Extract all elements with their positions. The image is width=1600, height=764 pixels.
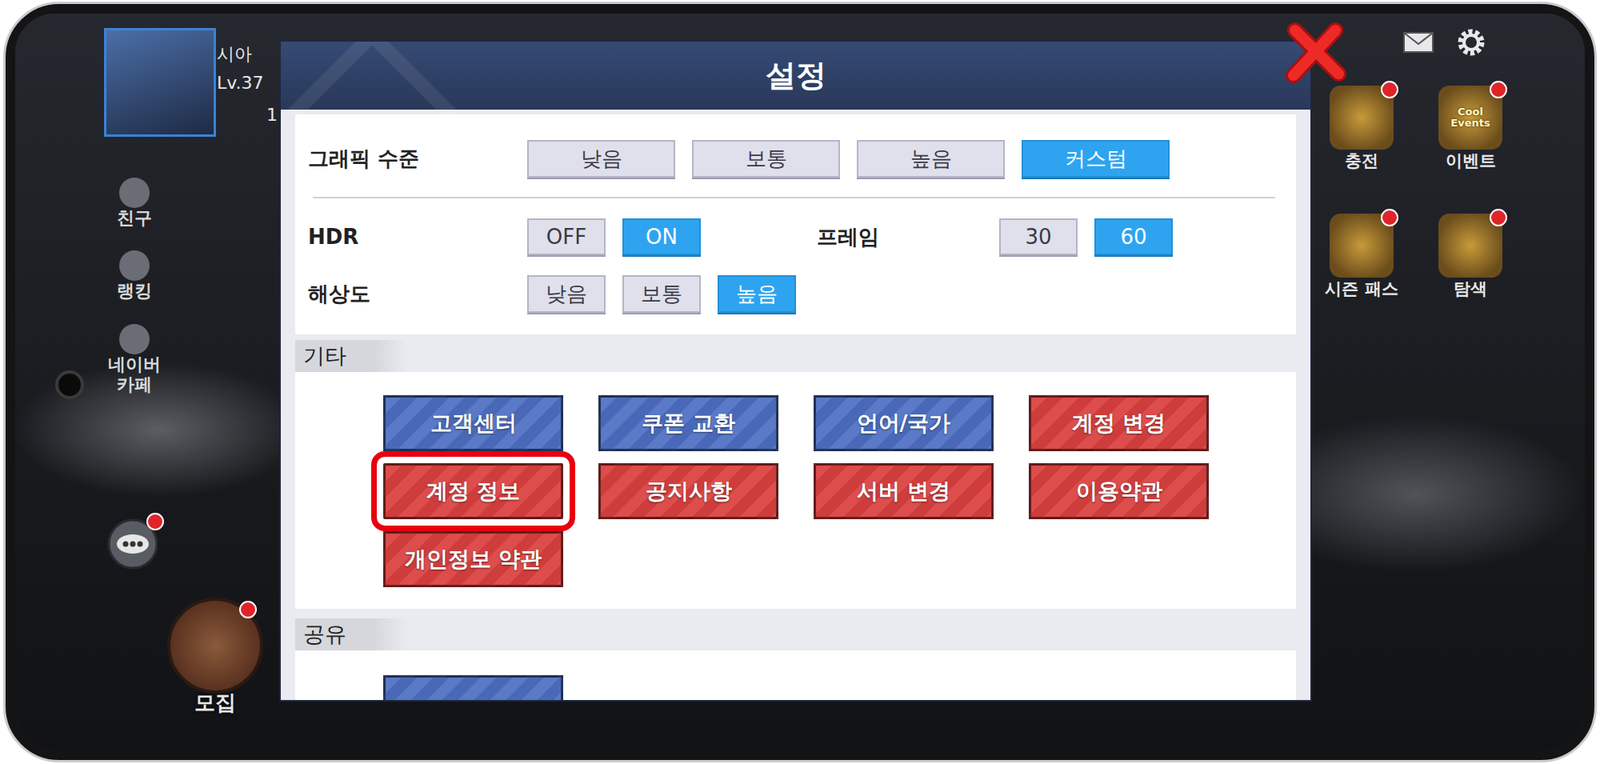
side-menu-item[interactable]: 네이버 카페 — [102, 324, 167, 396]
dialog-title: 설정 — [765, 55, 827, 96]
graphics-panel: 그래픽 수준 낮음보통높음커스텀 HDR OFFON 프레임 3060 해상도 … — [295, 114, 1296, 335]
recruit-label: 모집 — [194, 688, 236, 717]
side-menu-label: 네이버 카페 — [102, 354, 167, 396]
row-label: HDR — [308, 224, 528, 249]
right-menu-label: 시즌 패스 — [1324, 277, 1398, 300]
menu-icon — [119, 250, 150, 281]
page: 시아 Lv.37 1 친구 랭킹 네이버 카페 모집 충전 Cool Events… — [0, 0, 1600, 764]
hdr-row: HDR OFF ON 프레임 30 60 — [308, 218, 1284, 256]
option-button[interactable]: 높음 — [856, 140, 1005, 178]
side-menu-label: 랭킹 — [116, 280, 152, 301]
menu-icon — [1438, 213, 1503, 278]
notification-badge — [146, 512, 164, 531]
option-button[interactable]: 보통 — [692, 140, 840, 178]
option-group: 낮음 보통 높음 커스텀 — [527, 140, 1170, 178]
dialog-title-bar: 설정 — [280, 41, 1311, 110]
recruit-button[interactable]: 모집 — [167, 597, 264, 717]
divider — [312, 196, 1276, 199]
row-label: 해상도 — [308, 280, 528, 308]
option-button[interactable]: ON — [622, 218, 701, 256]
player-stat: 1 — [266, 104, 278, 125]
mail-icon[interactable] — [1400, 24, 1436, 60]
side-menu-item[interactable]: 랭킹 — [116, 250, 152, 301]
menu-icon — [119, 177, 150, 208]
menu-button[interactable]: 언어/국가 — [813, 395, 994, 452]
option-group: 낮음 보통 높음 — [527, 275, 796, 313]
right-menu-item[interactable]: Cool Events 이벤트 — [1416, 85, 1525, 172]
right-menu-label: 이벤트 — [1445, 149, 1496, 172]
notification-badge — [1489, 80, 1508, 99]
menu-button[interactable]: 개인정보 약관 — [383, 531, 564, 588]
player-level: Lv.37 — [216, 72, 264, 93]
menu-button[interactable]: 이용약관 — [1028, 463, 1209, 520]
settings-dialog: 설정 그래픽 수준 낮음보통높음커스텀 HDR OFFON 프레임 3060 해… — [279, 40, 1312, 702]
option-group: 30 60 — [999, 218, 1173, 256]
button-grid: 고객센터 쿠폰 교환 언어/국가 계정 변경계정 정보 공지사항 서버 변경 이용약관개인정… — [383, 395, 1296, 588]
option-button[interactable]: 보통 — [622, 275, 701, 313]
menu-icon — [119, 324, 150, 355]
option-button[interactable]: 낮음 — [527, 140, 676, 178]
icon-text: Cool Events — [1446, 106, 1495, 128]
player-avatar[interactable] — [104, 28, 216, 137]
menu-button[interactable]: 계정 변경 — [1028, 395, 1209, 452]
chat-button[interactable] — [104, 516, 161, 572]
game-screen: 시아 Lv.37 1 친구 랭킹 네이버 카페 모집 충전 Cool Events… — [15, 13, 1585, 751]
misc-panel: 고객센터 쿠폰 교환 언어/국가 계정 변경계정 정보 공지사항 서버 변경 이용약관개인정… — [295, 372, 1296, 609]
right-menu-item[interactable]: 충전 — [1307, 85, 1416, 172]
option-button[interactable]: 낮음 — [527, 275, 606, 313]
menu-button[interactable]: 공지사항 — [598, 463, 779, 520]
option-button[interactable]: 커스텀 — [1021, 140, 1170, 178]
notification-badge — [239, 600, 257, 619]
notification-badge — [1380, 80, 1399, 99]
option-button[interactable]: OFF — [527, 218, 606, 256]
side-menu-item[interactable]: 친구 — [116, 177, 152, 228]
right-menu-item[interactable]: 시즌 패스 — [1307, 213, 1416, 300]
right-menu-item[interactable]: 탐색 — [1416, 213, 1525, 300]
gear-icon[interactable] — [1453, 24, 1489, 60]
camera-icon — [55, 370, 84, 400]
menu-icon: Cool Events — [1438, 85, 1503, 150]
section-header: 기타 — [295, 340, 408, 372]
option-button[interactable]: 60 — [1094, 218, 1173, 256]
phone-frame: 시아 Lv.37 1 친구 랭킹 네이버 카페 모집 충전 Cool Events… — [3, 1, 1597, 763]
menu-button[interactable]: 쿠폰 교환 — [598, 395, 779, 452]
section-header: 공유 — [295, 618, 408, 651]
share-button[interactable] — [383, 675, 564, 700]
option-button[interactable]: 30 — [999, 218, 1078, 256]
menu-button[interactable]: 계정 정보 — [383, 463, 564, 520]
notification-badge — [1489, 208, 1508, 227]
button-grid — [383, 675, 1296, 700]
player-name: 시아 — [216, 42, 252, 67]
menu-button[interactable]: 고객센터 — [383, 395, 564, 452]
dialog-body: 그래픽 수준 낮음보통높음커스텀 HDR OFFON 프레임 3060 해상도 … — [280, 109, 1311, 700]
resolution-row: 해상도 낮음 보통 높음 — [308, 275, 1284, 313]
option-group: OFF ON — [527, 218, 701, 256]
graphics-row: 그래픽 수준 낮음보통높음커스텀 — [308, 140, 1284, 178]
notification-badge — [1380, 208, 1399, 227]
menu-button[interactable]: 서버 변경 — [813, 463, 994, 520]
row-label: 프레임 — [816, 223, 1000, 252]
right-menu-label: 탐색 — [1453, 277, 1488, 300]
side-menu: 친구 랭킹 네이버 카페 — [98, 177, 171, 395]
side-menu-label: 친구 — [116, 208, 152, 228]
share-panel — [295, 650, 1296, 700]
right-menu: 충전 Cool Events 이벤트 시즌 패스 탐색 — [1307, 85, 1525, 300]
top-icons — [1400, 24, 1489, 60]
menu-icon — [1329, 213, 1394, 278]
close-icon[interactable] — [1284, 22, 1347, 85]
option-button[interactable]: 높음 — [717, 275, 796, 313]
menu-icon — [1329, 85, 1394, 150]
right-menu-label: 충전 — [1344, 149, 1379, 172]
